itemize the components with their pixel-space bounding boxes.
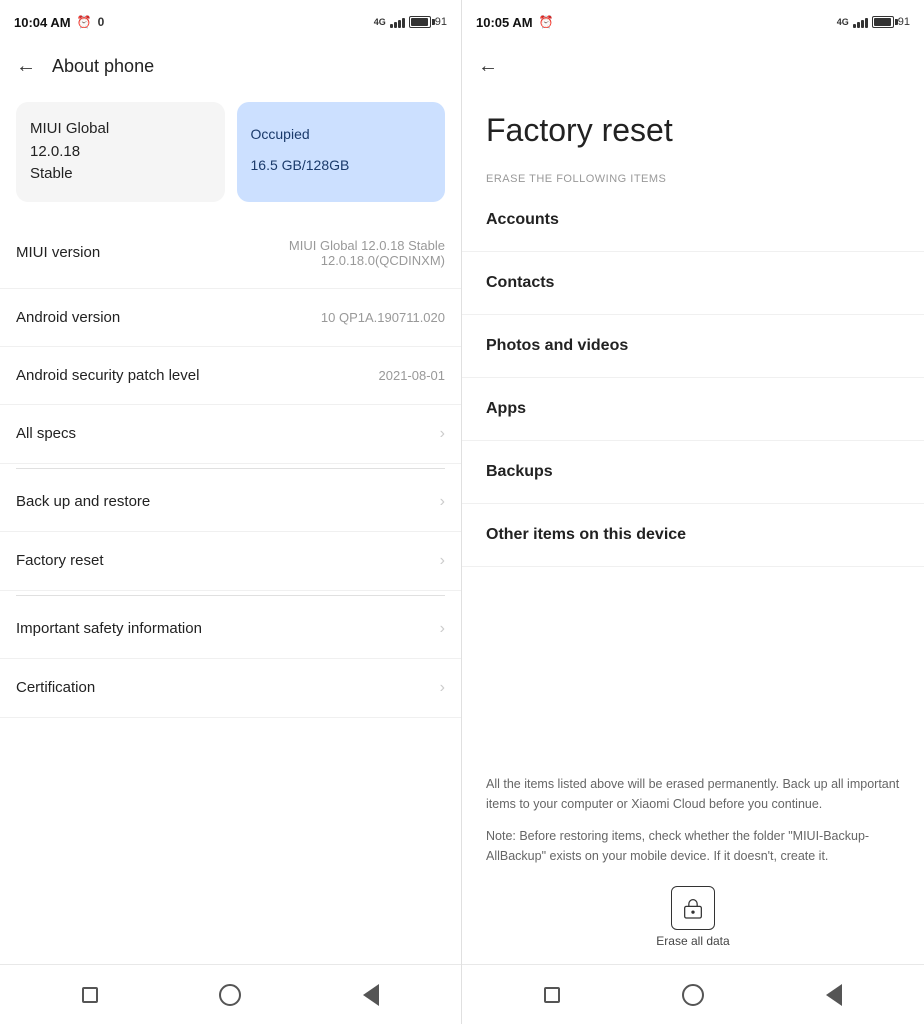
erase-btn-area: Erase all data xyxy=(462,874,924,964)
alarm-icon-left: ⏰ xyxy=(77,15,92,29)
back-button-right[interactable]: ← xyxy=(478,55,498,78)
factory-reset-title: Factory reset xyxy=(462,92,924,159)
page-title-left: About phone xyxy=(52,56,154,77)
top-bar-left: ← About phone xyxy=(0,40,461,92)
divider-2 xyxy=(16,595,445,596)
divider-1 xyxy=(16,468,445,469)
signal-right xyxy=(853,16,868,28)
miui-info: MIUI Global 12.0.18 Stable xyxy=(30,118,211,186)
erase-all-data-button[interactable] xyxy=(671,886,715,930)
battery-pct-right: 91 xyxy=(898,16,910,28)
battery-right xyxy=(872,16,894,28)
erase-items-list: Accounts Contacts Photos and videos Apps… xyxy=(462,189,924,758)
android-version-row[interactable]: Android version 10 QP1A.190711.020 xyxy=(0,289,461,347)
chevron-icon: › xyxy=(440,493,445,511)
nav-back-icon-right xyxy=(826,984,842,1006)
right-panel: 10:05 AM ⏰ 4G 91 ← Factory reset ERASE T… xyxy=(462,0,924,1024)
nav-home-icon-right xyxy=(682,984,704,1006)
status-bar-left: 10:04 AM ⏰ 0 4G 91 xyxy=(0,0,461,40)
security-patch-row[interactable]: Android security patch level 2021-08-01 xyxy=(0,347,461,405)
warning-text-1: All the items listed above will be erase… xyxy=(462,758,924,822)
nav-recents-right[interactable] xyxy=(534,977,570,1013)
backup-restore-row[interactable]: Back up and restore › xyxy=(0,473,461,532)
status-right-left: 4G 91 xyxy=(374,16,447,28)
nav-home-icon-left xyxy=(219,984,241,1006)
chevron-icon: › xyxy=(440,679,445,697)
nav-bar-left xyxy=(0,964,461,1024)
nav-back-left[interactable] xyxy=(353,977,389,1013)
network-right: 4G xyxy=(837,17,849,27)
chevron-icon: › xyxy=(440,552,445,570)
battery-pct-left: 91 xyxy=(435,16,447,28)
erase-item-contacts: Contacts xyxy=(462,252,924,315)
time-right: 10:05 AM xyxy=(476,15,533,30)
erase-item-apps: Apps xyxy=(462,378,924,441)
nav-back-right[interactable] xyxy=(816,977,852,1013)
storage-value: 16.5 GB/128GB xyxy=(251,146,432,177)
nav-square-icon-left xyxy=(82,987,98,1003)
certification-row[interactable]: Certification › xyxy=(0,659,461,718)
network-left: 4G xyxy=(374,17,386,27)
nav-home-left[interactable] xyxy=(212,977,248,1013)
erase-item-photos: Photos and videos xyxy=(462,315,924,378)
left-panel: 10:04 AM ⏰ 0 4G 91 ← About phone MIUI Gl xyxy=(0,0,462,1024)
status-bar-right: 10:05 AM ⏰ 4G 91 xyxy=(462,0,924,40)
alarm-icon-right: ⏰ xyxy=(539,15,554,29)
status-right-right: 4G 91 xyxy=(837,16,910,28)
info-cards: MIUI Global 12.0.18 Stable Occupied 16.5… xyxy=(0,92,461,218)
nav-bar-right xyxy=(462,964,924,1024)
nav-home-right[interactable] xyxy=(675,977,711,1013)
storage-card: Occupied 16.5 GB/128GB xyxy=(237,102,446,202)
nav-back-icon-left xyxy=(363,984,379,1006)
erase-item-other: Other items on this device xyxy=(462,504,924,567)
chevron-icon: › xyxy=(440,620,445,638)
erase-data-icon xyxy=(683,897,703,919)
battery-left xyxy=(409,16,431,28)
erase-item-accounts: Accounts xyxy=(462,189,924,252)
erase-item-backups: Backups xyxy=(462,441,924,504)
warning-text-2: Note: Before restoring items, check whet… xyxy=(462,822,924,874)
notification-badge: 0 xyxy=(98,15,105,29)
chevron-icon: › xyxy=(440,425,445,443)
nav-recents-left[interactable] xyxy=(72,977,108,1013)
signal-left xyxy=(390,16,405,28)
top-bar-right: ← xyxy=(462,40,924,92)
time-left: 10:04 AM xyxy=(14,15,71,30)
erase-section-label: ERASE THE FOLLOWING ITEMS xyxy=(462,159,924,189)
storage-label: Occupied xyxy=(251,126,432,142)
erase-btn-label: Erase all data xyxy=(656,934,729,948)
miui-version-row[interactable]: MIUI version MIUI Global 12.0.18 Stable … xyxy=(0,218,461,289)
safety-info-row[interactable]: Important safety information › xyxy=(0,600,461,659)
all-specs-row[interactable]: All specs › xyxy=(0,405,461,464)
settings-section-left: MIUI version MIUI Global 12.0.18 Stable … xyxy=(0,218,461,965)
miui-card: MIUI Global 12.0.18 Stable xyxy=(16,102,225,202)
factory-reset-row[interactable]: Factory reset › xyxy=(0,532,461,591)
nav-square-icon-right xyxy=(544,987,560,1003)
back-button-left[interactable]: ← xyxy=(16,55,36,78)
